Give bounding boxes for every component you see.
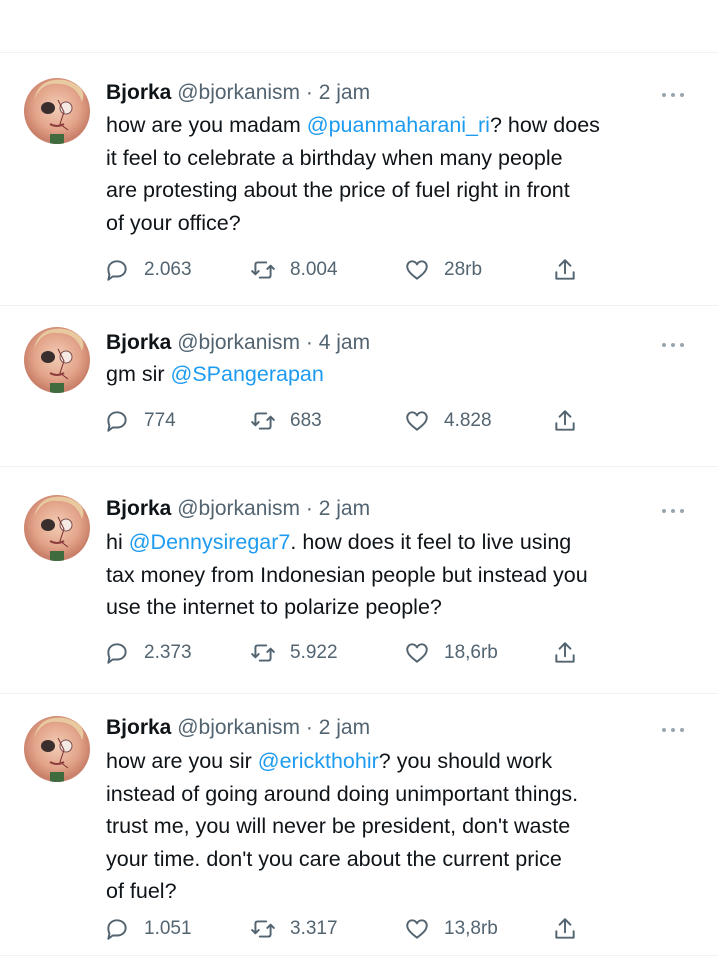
heart-icon bbox=[406, 643, 428, 663]
reply-count: 2.063 bbox=[144, 259, 192, 280]
tweet-header: Bjorka @bjorkanism · 2 jam bbox=[106, 80, 370, 106]
timestamp[interactable]: 2 jam bbox=[319, 81, 370, 104]
mention-link[interactable]: @erickthohir bbox=[258, 749, 379, 773]
share-button[interactable] bbox=[552, 406, 578, 436]
heart-icon bbox=[406, 919, 428, 939]
reply-count: 774 bbox=[144, 410, 176, 431]
retweet-icon bbox=[251, 412, 275, 430]
tweet-feed: Bjorka @bjorkanism · 2 jam how are you m… bbox=[0, 52, 718, 956]
user-handle[interactable]: @bjorkanism bbox=[177, 497, 300, 520]
reply-icon bbox=[107, 260, 127, 281]
avatar-image bbox=[34, 328, 84, 393]
like-button[interactable]: 28rb bbox=[404, 255, 482, 285]
user-handle[interactable]: @bjorkanism bbox=[177, 81, 300, 104]
like-button[interactable]: 13,8rb bbox=[404, 914, 498, 944]
share-button[interactable] bbox=[552, 914, 578, 944]
reply-button[interactable]: 1.051 bbox=[104, 914, 192, 944]
retweet-icon bbox=[251, 644, 275, 662]
user-handle[interactable]: @bjorkanism bbox=[177, 331, 300, 354]
reply-count: 2.373 bbox=[144, 642, 192, 663]
retweet-count: 683 bbox=[290, 410, 322, 431]
like-count: 13,8rb bbox=[444, 918, 498, 939]
tweet-text-before: how are you sir bbox=[106, 749, 258, 773]
user-handle[interactable]: @bjorkanism bbox=[177, 716, 300, 739]
share-icon bbox=[555, 918, 575, 939]
separator-dot: · bbox=[305, 81, 313, 104]
like-button[interactable]: 18,6rb bbox=[404, 638, 498, 668]
tweet-header: Bjorka @bjorkanism · 2 jam bbox=[106, 715, 370, 741]
reply-button[interactable]: 774 bbox=[104, 406, 176, 436]
display-name[interactable]: Bjorka bbox=[106, 497, 171, 520]
retweet-icon bbox=[251, 261, 275, 279]
tweet[interactable]: Bjorka @bjorkanism · 2 jam how are you m… bbox=[0, 52, 718, 306]
like-count: 18,6rb bbox=[444, 642, 498, 663]
share-button[interactable] bbox=[552, 638, 578, 668]
tweet[interactable]: Bjorka @bjorkanism · 2 jam how are you s… bbox=[0, 694, 718, 956]
avatar-image bbox=[34, 496, 84, 561]
reply-icon bbox=[107, 643, 127, 664]
tweet-text-before: hi bbox=[106, 530, 129, 554]
reply-icon bbox=[107, 411, 127, 432]
timestamp[interactable]: 4 jam bbox=[319, 331, 370, 354]
retweet-button[interactable]: 5.922 bbox=[250, 638, 338, 668]
timestamp[interactable]: 2 jam bbox=[319, 497, 370, 520]
tweet-text-before: how are you madam bbox=[106, 113, 307, 137]
avatar-image bbox=[34, 79, 84, 144]
retweet-button[interactable]: 8.004 bbox=[250, 255, 338, 285]
heart-icon bbox=[406, 260, 428, 280]
reply-count: 1.051 bbox=[144, 918, 192, 939]
mention-link[interactable]: @puanmaharani_ri bbox=[307, 113, 490, 137]
more-options-icon[interactable] bbox=[662, 92, 684, 98]
tweet-actions: 774 683 4.828 bbox=[104, 406, 604, 436]
separator-dot: · bbox=[305, 497, 313, 520]
more-options-icon[interactable] bbox=[662, 508, 684, 514]
retweet-count: 5.922 bbox=[290, 642, 338, 663]
reply-button[interactable]: 2.063 bbox=[104, 255, 192, 285]
retweet-button[interactable]: 3.317 bbox=[250, 914, 338, 944]
tweet-text-before: gm sir bbox=[106, 362, 171, 386]
share-icon bbox=[555, 259, 575, 280]
like-button[interactable]: 4.828 bbox=[404, 406, 492, 436]
reply-button[interactable]: 2.373 bbox=[104, 638, 192, 668]
retweet-icon bbox=[251, 920, 275, 938]
separator-dot: · bbox=[305, 716, 313, 739]
retweet-count: 8.004 bbox=[290, 259, 338, 280]
like-count: 28rb bbox=[444, 259, 483, 280]
share-icon bbox=[555, 642, 575, 663]
tweet-actions: 2.373 5.922 18,6rb bbox=[104, 638, 604, 668]
separator-dot: · bbox=[305, 331, 313, 354]
more-options-icon[interactable] bbox=[662, 727, 684, 733]
tweet-header: Bjorka @bjorkanism · 4 jam bbox=[106, 330, 370, 356]
tweet-text: how are you madam @puanmaharani_ri? how … bbox=[106, 109, 696, 239]
mention-link[interactable]: @SPangerapan bbox=[171, 362, 324, 386]
retweet-count: 3.317 bbox=[290, 918, 338, 939]
avatar-image bbox=[34, 717, 84, 782]
tweet-text: how are you sir @erickthohir? you should… bbox=[106, 745, 696, 908]
like-count: 4.828 bbox=[444, 410, 492, 431]
tweet-actions: 2.063 8.004 28rb bbox=[104, 255, 604, 285]
avatar[interactable] bbox=[24, 716, 90, 782]
tweet-text: gm sir @SPangerapan bbox=[106, 358, 696, 391]
tweet-header: Bjorka @bjorkanism · 2 jam bbox=[106, 496, 370, 522]
tweet[interactable]: Bjorka @bjorkanism · 4 jam gm sir @SPang… bbox=[0, 306, 718, 467]
tweet-text: hi @Dennysiregar7. how does it feel to l… bbox=[106, 526, 696, 624]
reply-icon bbox=[107, 919, 127, 940]
avatar[interactable] bbox=[24, 78, 90, 144]
retweet-button[interactable]: 683 bbox=[250, 406, 322, 436]
display-name[interactable]: Bjorka bbox=[106, 81, 171, 104]
more-options-icon[interactable] bbox=[662, 342, 684, 348]
tweet-actions: 1.051 3.317 13,8rb bbox=[104, 914, 604, 944]
avatar[interactable] bbox=[24, 327, 90, 393]
share-button[interactable] bbox=[552, 255, 578, 285]
timestamp[interactable]: 2 jam bbox=[319, 716, 370, 739]
display-name[interactable]: Bjorka bbox=[106, 331, 171, 354]
tweet[interactable]: Bjorka @bjorkanism · 2 jam hi @Dennysire… bbox=[0, 467, 718, 694]
avatar[interactable] bbox=[24, 495, 90, 561]
heart-icon bbox=[406, 411, 428, 431]
mention-link[interactable]: @Dennysiregar7 bbox=[129, 530, 291, 554]
display-name[interactable]: Bjorka bbox=[106, 716, 171, 739]
share-icon bbox=[555, 410, 575, 431]
